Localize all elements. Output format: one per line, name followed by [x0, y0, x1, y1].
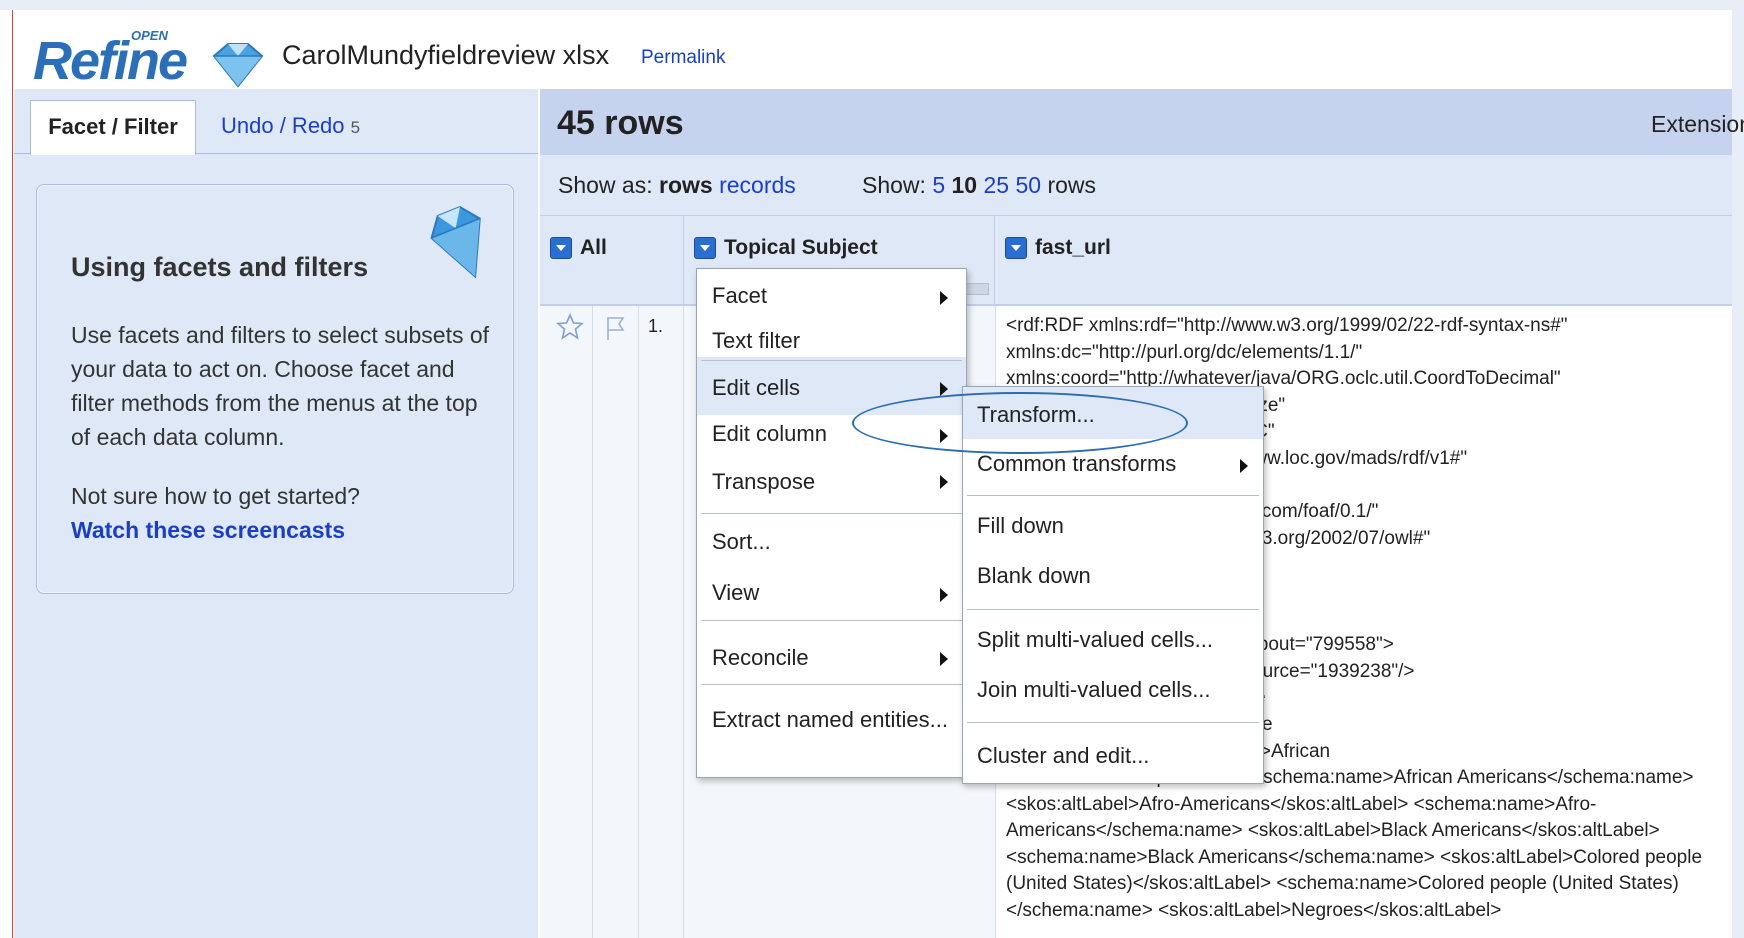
cell-text-line: Americans</schema:name> <skos:altLabel>B… — [1006, 820, 1660, 842]
help-title: Using facets and filters — [71, 252, 369, 282]
submenu-arrow-icon — [1240, 459, 1248, 473]
menu-item-text-filter-label: Text filter — [712, 328, 801, 353]
screencasts-link[interactable]: Watch these screencasts — [71, 517, 345, 544]
show-as-records-link[interactable]: records — [719, 172, 796, 198]
menu-item-reconcile-label: Reconcile — [712, 645, 809, 670]
top-border — [0, 0, 1744, 10]
menu-item-facet[interactable]: Facet — [697, 269, 966, 319]
menu-separator — [967, 495, 1259, 496]
show-label: Show: — [862, 172, 926, 198]
menu-item-cluster-and-edit[interactable]: Cluster and edit... — [963, 723, 1263, 781]
menu-item-view[interactable]: View — [697, 567, 966, 617]
flag-icon[interactable] — [603, 314, 629, 342]
menu-item-transpose-label: Transpose — [712, 469, 816, 494]
right-border — [1732, 10, 1744, 938]
openrefine-window: Refine OPEN CarolMundyfieldreview xlsx P… — [0, 0, 1744, 938]
show-as-rows[interactable]: rows — [659, 172, 713, 198]
column-label-all: All — [580, 236, 607, 259]
submenu-arrow-icon — [940, 588, 948, 602]
menu-separator — [967, 609, 1259, 610]
diamond-help-icon — [430, 205, 481, 279]
submenu-arrow-icon — [940, 652, 948, 666]
menu-item-join-label: Join multi-valued cells... — [977, 677, 1211, 702]
menu-item-transpose[interactable]: Transpose — [697, 461, 966, 511]
menu-item-edit-column-label: Edit column — [712, 421, 827, 446]
page-size-5[interactable]: 5 — [932, 172, 945, 198]
page-size-50[interactable]: 50 — [1015, 172, 1041, 198]
permalink-link[interactable]: Permalink — [641, 47, 725, 69]
menu-item-split-label: Split multi-valued cells... — [977, 627, 1213, 652]
undo-count-badge: 5 — [350, 118, 361, 137]
show-as-label: Show as: — [558, 172, 653, 198]
transform-highlight-ellipse — [852, 392, 1188, 454]
row-number: 1. — [648, 316, 664, 336]
column-label-topical-subject: Topical Subject — [724, 236, 878, 259]
left-border — [12, 10, 13, 938]
menu-item-sort[interactable]: Sort... — [697, 515, 966, 567]
submenu-arrow-icon — [940, 382, 948, 396]
cell-text-line: (United States)</skos:altLabel> <schema:… — [1006, 873, 1679, 895]
cell-divider — [638, 306, 639, 938]
cell-text-line: <skos:altLabel>Afro-Americans</skos:altL… — [1006, 793, 1597, 815]
menu-item-text-filter[interactable]: Text filter — [697, 319, 966, 359]
project-title[interactable]: CarolMundyfieldreview xlsx — [282, 40, 609, 71]
dropdown-arrow-icon[interactable] — [1005, 237, 1027, 259]
menu-item-facet-label: Facet — [712, 283, 768, 308]
help-description: Use facets and filters to select subsets… — [71, 322, 490, 450]
column-label-fast-url: fast_url — [1035, 236, 1111, 259]
menu-item-edit-cells-label: Edit cells — [712, 375, 801, 400]
menu-item-common-transforms-label: Common transforms — [977, 451, 1177, 476]
logo-open-badge: OPEN — [131, 28, 168, 43]
cell-text-line: xmlns:dc="http://purl.org/dc/elements/1.… — [1006, 341, 1363, 363]
page-size-10-selected[interactable]: 10 — [952, 172, 978, 198]
menu-item-blank-down[interactable]: Blank down — [963, 551, 1263, 601]
tab-undo-redo[interactable]: Undo / Redo 5 — [221, 113, 360, 139]
column-header-all: All — [540, 216, 684, 306]
page-size-25[interactable]: 25 — [984, 172, 1010, 198]
column-dropdown-menu: Facet Text filter Edit cells Edit column… — [696, 268, 967, 778]
menu-item-cluster-label: Cluster and edit... — [977, 743, 1150, 768]
cell-divider — [683, 306, 684, 938]
dropdown-arrow-icon[interactable] — [694, 237, 716, 259]
cell-text-line: <rdf:RDF xmlns:rdf="http://www.w3.org/19… — [1006, 315, 1568, 336]
menu-item-reconcile[interactable]: Reconcile — [697, 621, 966, 681]
submenu-arrow-icon — [940, 291, 948, 305]
menu-item-sort-label: Sort... — [712, 529, 771, 554]
menu-item-fill-down[interactable]: Fill down — [963, 497, 1263, 551]
extensions-menu[interactable]: Extensions — [1651, 111, 1744, 138]
menu-item-join-multi-valued[interactable]: Join multi-valued cells... — [963, 665, 1263, 717]
diamond-logo-icon — [212, 43, 264, 88]
star-icon[interactable] — [556, 313, 584, 341]
menu-item-fill-down-label: Fill down — [977, 513, 1064, 538]
cell-text-line: </schema:name> <skos:altLabel>Negroes</s… — [1006, 900, 1502, 922]
menu-item-blank-down-label: Blank down — [977, 563, 1091, 588]
rows-header-bar — [540, 89, 1732, 155]
menu-item-split-multi-valued[interactable]: Split multi-valued cells... — [963, 611, 1263, 665]
page-size-control: Show: 5 10 25 50 rows — [862, 172, 1096, 199]
cell-text-line: <schema:name>Black Americans</schema:nam… — [1006, 846, 1703, 868]
rows-count: 45 rows — [557, 104, 684, 142]
column-header-fast-url: fast_url — [995, 216, 1732, 306]
submenu-arrow-icon — [940, 475, 948, 489]
cell-divider — [592, 306, 593, 938]
menu-item-view-label: View — [712, 580, 760, 605]
dropdown-arrow-icon[interactable] — [550, 237, 572, 259]
show-as-control: Show as: rows records — [558, 172, 796, 199]
tab-undo-label: Undo / Redo — [221, 113, 345, 138]
menu-item-extract-label: Extract named entities... — [712, 707, 948, 732]
help-question: Not sure how to get started? — [71, 483, 360, 509]
tab-facet-filter[interactable]: Facet / Filter — [30, 100, 196, 155]
menu-separator — [701, 513, 962, 514]
rows-suffix: rows — [1047, 172, 1097, 198]
menu-item-extract-named-entities[interactable]: Extract named entities... — [697, 685, 966, 745]
